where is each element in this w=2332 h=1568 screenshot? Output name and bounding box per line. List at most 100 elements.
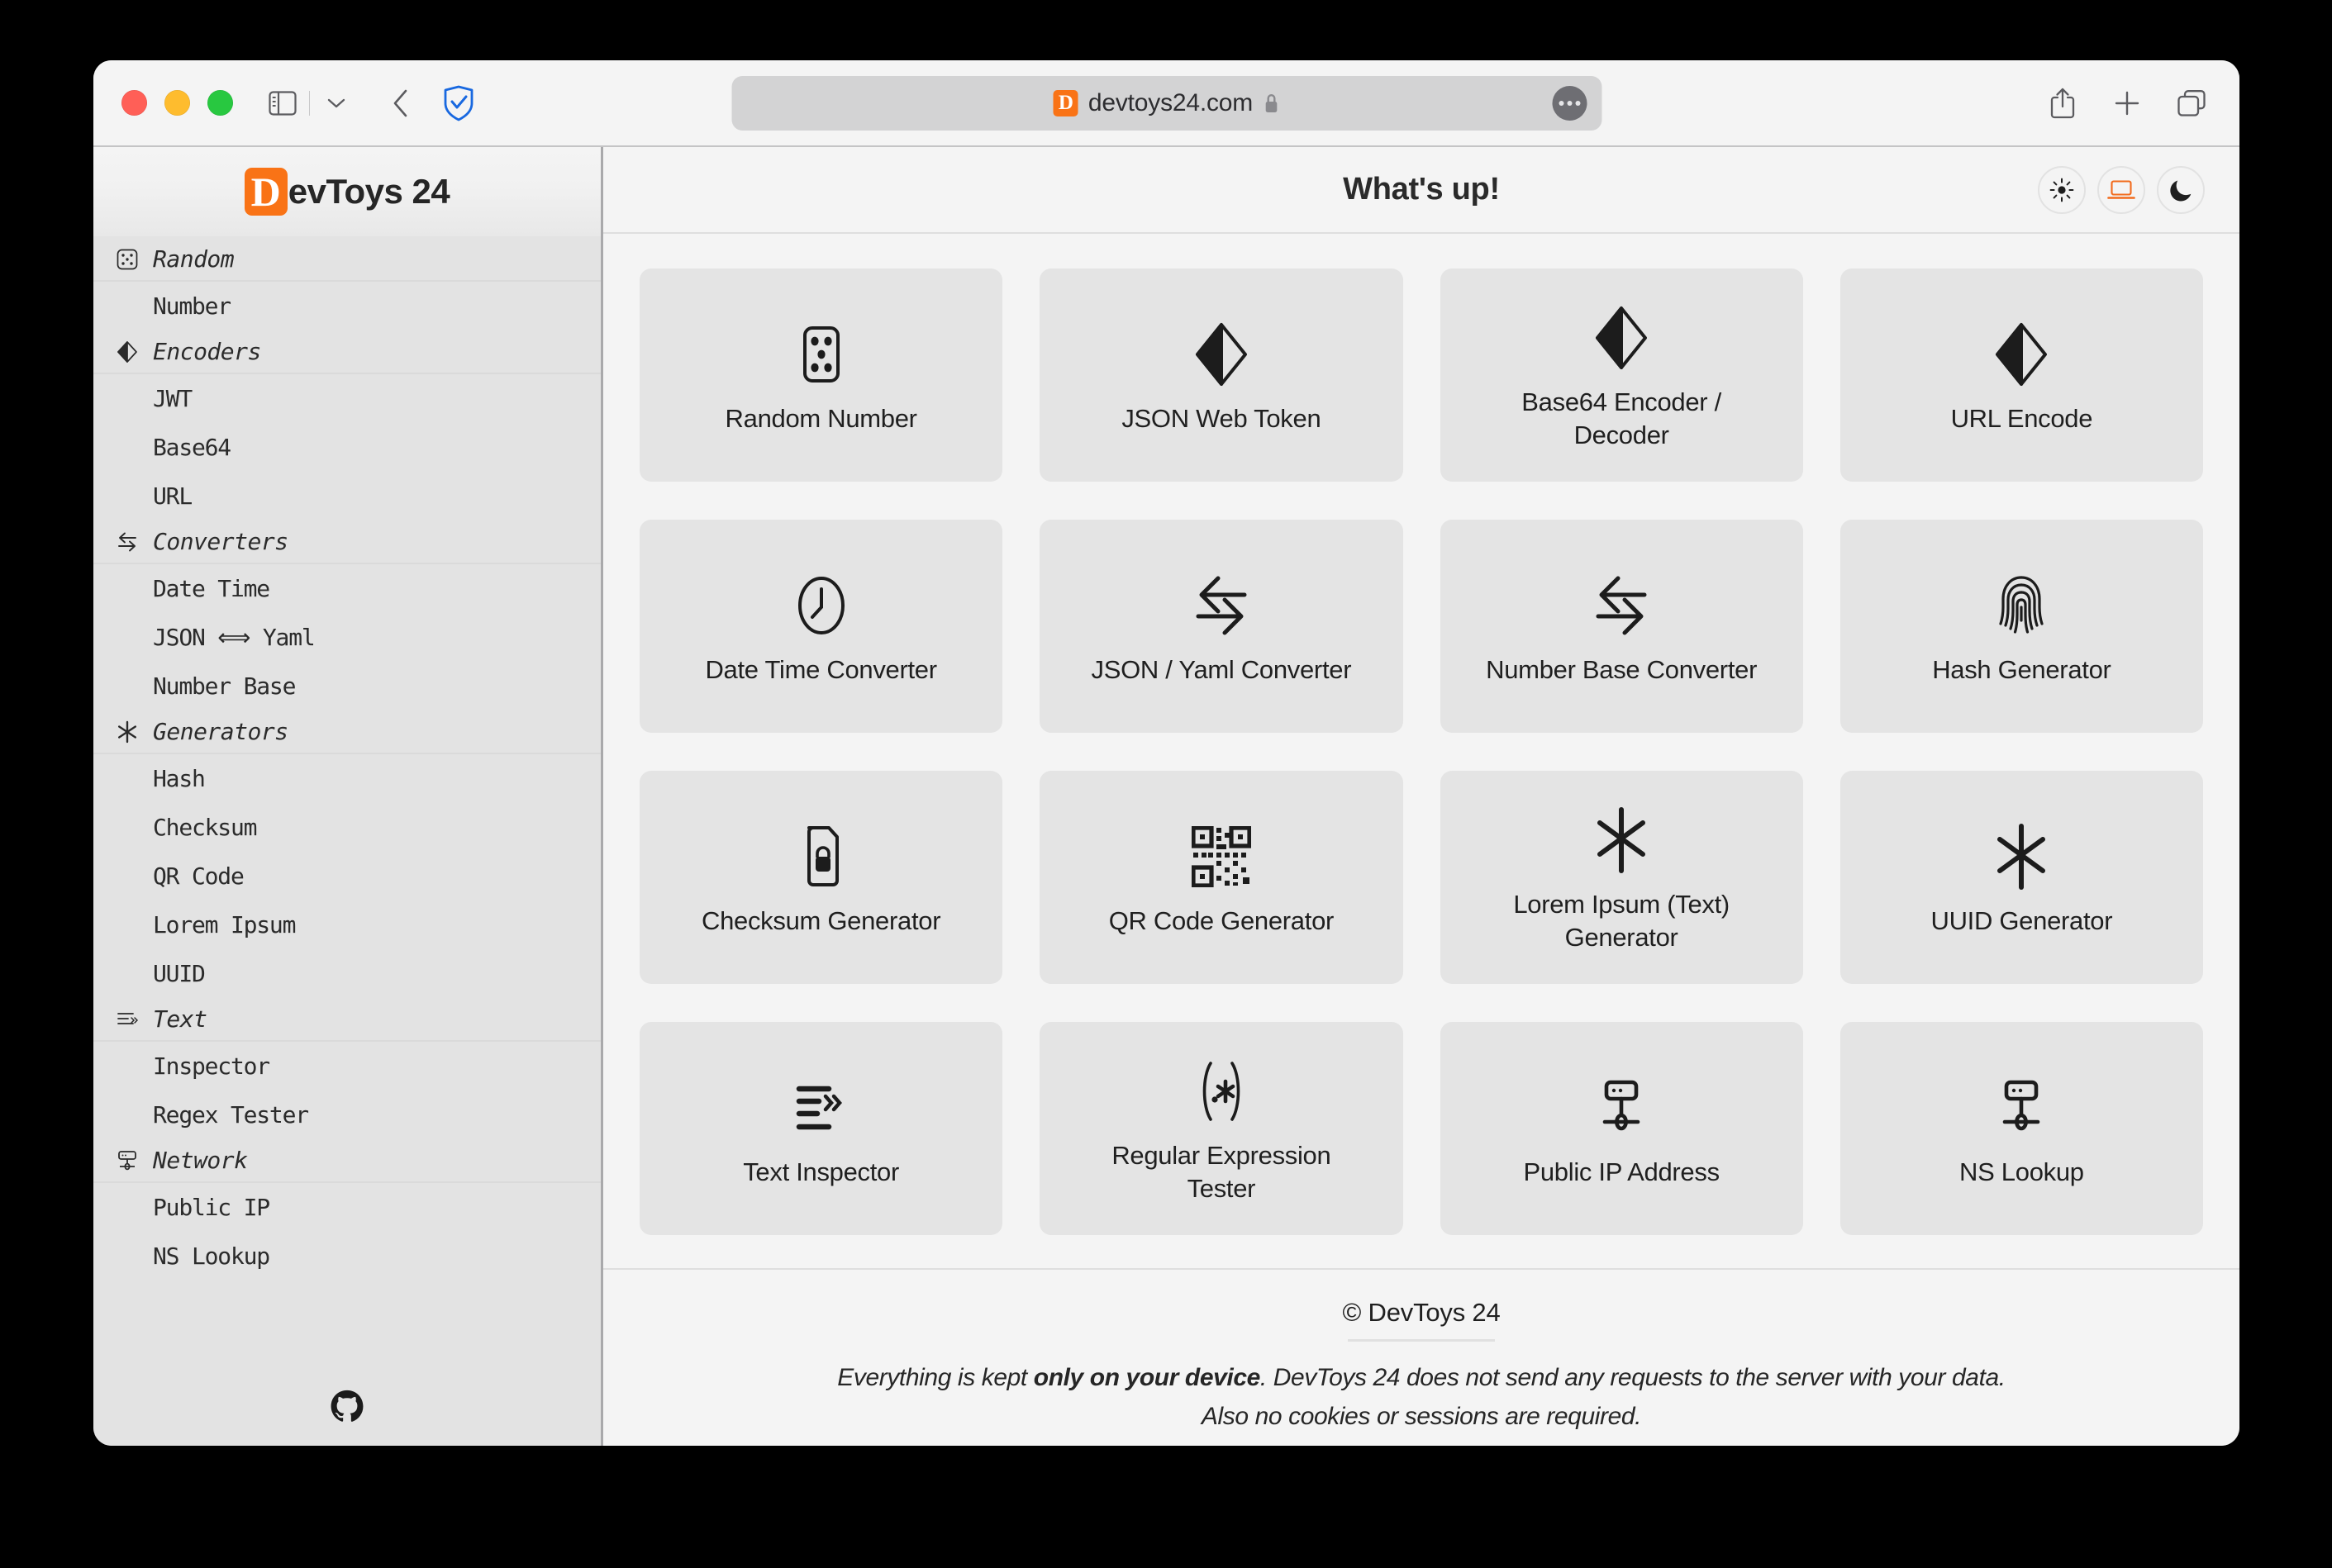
server-node-icon	[1993, 1068, 2049, 1147]
tool-card-hash-generator[interactable]: Hash Generator	[1839, 520, 2203, 733]
sidebar-group-encoders: Encoders	[93, 330, 601, 374]
sidebar-item-url[interactable]: URL	[93, 472, 601, 520]
tab-overview-icon	[2177, 89, 2206, 117]
asterisk-icon	[1594, 801, 1649, 880]
new-tab-button[interactable]	[2106, 82, 2149, 125]
share-button[interactable]	[2041, 82, 2084, 125]
server-node-icon	[115, 1148, 140, 1173]
tool-card-label: Regular Expression Tester	[1111, 1141, 1331, 1203]
sidebar-item-checksum[interactable]: Checksum	[93, 803, 601, 852]
tool-card-label: JSON / Yaml Converter	[1091, 655, 1352, 685]
browser-toolbar: D devtoys24.com	[93, 60, 2239, 145]
sidebar-item-ns-lookup[interactable]: NS Lookup	[93, 1232, 601, 1281]
sidebar-toggle-button[interactable]	[261, 82, 304, 125]
tool-card-label: QR Code Generator	[1108, 906, 1335, 936]
minimize-window-button[interactable]	[164, 90, 190, 116]
page-footer: © DevToys 24 Everything is kept only on …	[603, 1268, 2239, 1446]
tool-card-label: Text Inspector	[743, 1157, 900, 1187]
sidebar-item-regex-tester[interactable]: Regex Tester	[93, 1090, 601, 1139]
address-bar-container: D devtoys24.com	[731, 75, 1601, 131]
tool-card-label: Hash Generator	[1932, 655, 2111, 685]
sun-icon	[2049, 178, 2074, 202]
tool-card-lorem-ipsum-generator[interactable]: Lorem Ipsum (Text) Generator	[1440, 771, 1803, 984]
tool-card-base64-encoder-decoder[interactable]: Base64 Encoder / Decoder	[1440, 268, 1803, 482]
sidebar: D evToys 24 Random Number Encoders JWT B…	[93, 147, 603, 1446]
footer-copyright: © DevToys 24	[1342, 1298, 1501, 1327]
traffic-lights	[121, 90, 233, 116]
brand-logo[interactable]: D evToys 24	[244, 168, 450, 216]
brand-mark: D	[244, 168, 288, 216]
tool-card-uuid-generator[interactable]: UUID Generator	[1839, 771, 2203, 984]
back-button[interactable]	[379, 82, 422, 125]
laptop-icon	[2107, 178, 2135, 202]
swap-arrows-icon	[115, 530, 140, 554]
diamond-half-icon	[1994, 315, 2049, 394]
sidebar-header: D evToys 24	[93, 147, 601, 236]
regex-icon	[1194, 1052, 1249, 1131]
tool-card-json-yaml-converter[interactable]: JSON / Yaml Converter	[1040, 520, 1403, 733]
address-bar[interactable]: D devtoys24.com	[731, 75, 1601, 131]
toolbar-actions	[2041, 82, 2213, 125]
sidebar-nav: Random Number Encoders JWT Base64 URL Co…	[93, 236, 601, 1378]
url-text: devtoys24.com	[1087, 88, 1254, 116]
theme-dark-button[interactable]	[2157, 165, 2205, 214]
tool-card-json-web-token[interactable]: JSON Web Token	[1040, 268, 1403, 482]
tab-overview-button[interactable]	[2170, 82, 2213, 125]
text-lines-icon	[794, 1068, 849, 1147]
content-header: What's up!	[603, 147, 2239, 232]
tool-card-label: UUID Generator	[1930, 906, 2113, 936]
toolbar-divider	[309, 90, 310, 116]
brand-text: evToys 24	[288, 172, 450, 211]
sidebar-item-inspector[interactable]: Inspector	[93, 1042, 601, 1090]
tool-card-text-inspector[interactable]: Text Inspector	[640, 1022, 1003, 1235]
swap-arrows-icon	[1190, 566, 1253, 645]
sidebar-item-date-time[interactable]: Date Time	[93, 564, 601, 613]
github-icon[interactable]	[330, 1390, 364, 1424]
sidebar-options-button[interactable]	[315, 82, 358, 125]
sidebar-item-number-base[interactable]: Number Base	[93, 662, 601, 710]
tool-card-number-base-converter[interactable]: Number Base Converter	[1440, 520, 1803, 733]
zoom-window-button[interactable]	[207, 90, 233, 116]
sidebar-group-converters: Converters	[93, 520, 601, 564]
tool-card-random-number[interactable]: Random Number	[640, 268, 1003, 482]
tool-card-label: Date Time Converter	[705, 655, 937, 685]
footer-note-after: . DevToys 24 does not send any requests …	[1259, 1364, 2006, 1391]
tool-card-qr-code-generator[interactable]: QR Code Generator	[1040, 771, 1403, 984]
qr-code-icon	[1191, 817, 1251, 896]
sidebar-item-public-ip[interactable]: Public IP	[93, 1183, 601, 1232]
tool-card-checksum-generator[interactable]: Checksum Generator	[640, 771, 1003, 984]
sidebar-footer	[93, 1378, 601, 1446]
sidebar-item-uuid[interactable]: UUID	[93, 949, 601, 998]
sidebar-item-qr-code[interactable]: QR Code	[93, 852, 601, 900]
share-icon	[2050, 88, 2075, 119]
tool-card-ns-lookup[interactable]: NS Lookup	[1839, 1022, 2203, 1235]
dice-icon	[795, 315, 848, 394]
tool-card-url-encode[interactable]: URL Encode	[1839, 268, 2203, 482]
sidebar-item-number[interactable]: Number	[93, 282, 601, 330]
tool-card-date-time-converter[interactable]: Date Time Converter	[640, 520, 1003, 733]
swap-arrows-icon	[1590, 566, 1653, 645]
sidebar-item-base64[interactable]: Base64	[93, 423, 601, 472]
theme-light-button[interactable]	[2038, 165, 2086, 214]
tools-grid: Random Number JSON Web Token Base64 Enco…	[603, 234, 2239, 1268]
sidebar-group-label: Converters	[153, 528, 288, 555]
sidebar-item-lorem-ipsum[interactable]: Lorem Ipsum	[93, 900, 601, 949]
tool-card-public-ip-address[interactable]: Public IP Address	[1440, 1022, 1803, 1235]
tool-card-label: Number Base Converter	[1486, 655, 1758, 685]
sidebar-item-jwt[interactable]: JWT	[93, 374, 601, 423]
tool-card-regular-expression-tester[interactable]: Regular Expression Tester	[1040, 1022, 1403, 1235]
sidebar-group-network: Network	[93, 1139, 601, 1183]
adguard-button[interactable]	[437, 82, 480, 125]
footer-privacy-note-line2: Also no cookies or sessions are required…	[1201, 1403, 1642, 1431]
sidebar-group-label: Random	[153, 245, 235, 273]
page-menu-button[interactable]	[1552, 85, 1587, 121]
moon-icon	[2169, 178, 2192, 202]
sidebar-item-hash[interactable]: Hash	[93, 754, 601, 803]
theme-system-button[interactable]	[2097, 165, 2145, 214]
sidebar-item-json-yaml[interactable]: JSON ⟺ Yaml	[93, 613, 601, 662]
theme-switcher	[2038, 165, 2205, 214]
tool-card-label: Lorem Ipsum (Text) Generator	[1513, 890, 1730, 952]
close-window-button[interactable]	[121, 90, 147, 116]
footer-note-emphasis: only on your device	[1033, 1364, 1261, 1391]
content-scroll: Random Number JSON Web Token Base64 Enco…	[603, 232, 2239, 1446]
